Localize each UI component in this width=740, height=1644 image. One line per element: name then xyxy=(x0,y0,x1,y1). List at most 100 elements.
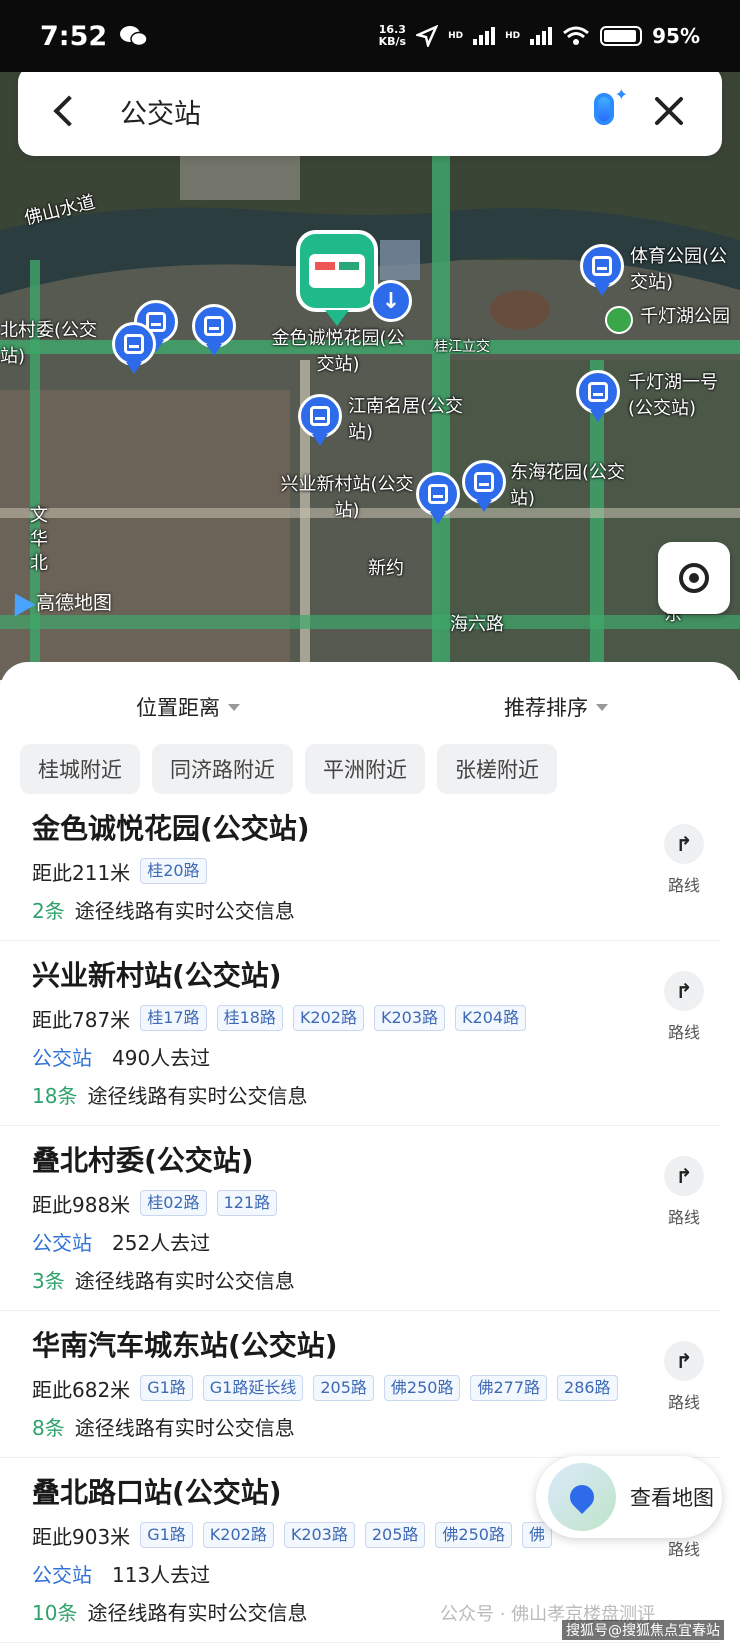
result-distance: 距此787米 xyxy=(32,1007,131,1032)
amap-logo-icon xyxy=(4,586,36,617)
bus-stop-pin[interactable] xyxy=(462,460,506,512)
result-visits: 252人去过 xyxy=(112,1230,211,1255)
result-realtime-text: 途径线路有实时公交信息 xyxy=(87,1600,308,1625)
route-button[interactable]: ↱ 路线 xyxy=(662,824,706,896)
bus-stop-pin[interactable] xyxy=(416,472,460,524)
result-lines-row: 距此988米 桂02路 121路 xyxy=(32,1186,688,1220)
area-chips: 桂城附近 同济路附近 平洲附近 张槎附近 xyxy=(0,722,740,794)
route-label: 路线 xyxy=(667,1540,700,1559)
back-icon[interactable] xyxy=(53,95,85,127)
bus-line-tag[interactable]: G1路 xyxy=(140,1375,193,1401)
bus-line-tag[interactable]: 桂18路 xyxy=(216,1005,283,1031)
bus-icon xyxy=(124,334,144,354)
bus-line-tag[interactable]: K203路 xyxy=(373,1005,446,1031)
bus-line-tag[interactable]: 205路 xyxy=(313,1375,374,1401)
download-arrow-icon[interactable]: ↓ xyxy=(370,280,412,322)
status-time: 7:52 xyxy=(40,20,108,52)
bus-line-tag[interactable]: K203路 xyxy=(283,1522,355,1548)
map-pin-icon xyxy=(548,1463,616,1531)
bus-stop-pin[interactable] xyxy=(298,394,342,446)
map-label-diebei-cunwei[interactable]: 北村委(公交站) xyxy=(0,318,110,370)
map-label-jinse[interactable]: 金色诚悦花园(公交站) xyxy=(268,326,408,378)
result-realtime-row: 3条 途径线路有实时公交信息 xyxy=(32,1262,688,1296)
bus-line-tag[interactable]: 桂17路 xyxy=(140,1005,207,1031)
bus-icon xyxy=(592,256,612,276)
route-label: 路线 xyxy=(667,1393,700,1412)
bus-line-tag[interactable]: K202路 xyxy=(202,1522,274,1548)
result-item[interactable]: 叠北村委(公交站) 距此988米 桂02路 121路公交站 252人去过 3条 途径线路有实… xyxy=(0,1126,720,1311)
bus-line-tag[interactable]: 桂02路 xyxy=(140,1190,207,1216)
map-label-qiandenghu-no1[interactable]: 千灯湖一号(公交站) xyxy=(628,370,740,422)
hd-badge-2: HD xyxy=(505,31,521,41)
result-distance: 距此988米 xyxy=(32,1192,131,1217)
chip-guicheng[interactable]: 桂城附近 xyxy=(20,744,140,794)
bus-stop-pin[interactable] xyxy=(576,370,620,422)
bus-line-tag[interactable]: G1路 xyxy=(140,1522,193,1548)
route-button[interactable]: ↱ 路线 xyxy=(662,1341,706,1413)
bus-line-tag[interactable]: 121路 xyxy=(216,1190,278,1216)
voice-search-icon[interactable]: ✦ xyxy=(590,85,628,133)
map-label-jiangnan[interactable]: 江南名居(公交站) xyxy=(348,394,468,446)
route-button[interactable]: ↱ 路线 xyxy=(662,1156,706,1228)
result-item[interactable]: 兴业新村站(公交站) 距此787米 桂17路 桂18路 K202路 K203路 K204路公… xyxy=(0,941,720,1126)
view-map-button[interactable]: 查看地图 xyxy=(536,1456,722,1538)
result-realtime-count: 10条 xyxy=(32,1600,78,1625)
bus-line-tag[interactable]: 桂20路 xyxy=(140,858,207,884)
route-label: 路线 xyxy=(667,1023,700,1042)
wifi-icon xyxy=(563,26,590,45)
result-realtime-row: 8条 途径线路有实时公交信息 xyxy=(32,1409,688,1443)
search-input[interactable]: 公交站 xyxy=(120,92,201,131)
result-realtime-row: 18条 途径线路有实时公交信息 xyxy=(32,1077,688,1111)
result-lines-row: 距此211米 桂20路 xyxy=(32,854,688,888)
result-title[interactable]: 叠北村委(公交站) xyxy=(32,1140,688,1182)
result-visits-row: 公交站 252人去过 xyxy=(32,1224,688,1258)
result-realtime-text: 途径线路有实时公交信息 xyxy=(74,898,295,923)
result-item[interactable]: 金色诚悦花园(公交站) 距此211米 桂20路 2条 途径线路有实时公交信息 ↱ 路线 xyxy=(0,794,720,941)
result-realtime-text: 途径线路有实时公交信息 xyxy=(74,1415,295,1440)
chip-zhangcha[interactable]: 张槎附近 xyxy=(437,744,557,794)
result-visits-row: 公交站 490人去过 xyxy=(32,1039,688,1073)
chip-tongjilu[interactable]: 同济路附近 xyxy=(152,744,293,794)
bus-line-tag[interactable]: 佛250路 xyxy=(435,1522,512,1548)
bus-line-tag[interactable]: 佛250路 xyxy=(383,1375,461,1401)
bus-icon xyxy=(428,484,448,504)
bus-line-tag[interactable]: K204路 xyxy=(455,1005,527,1031)
result-realtime-text: 途径线路有实时公交信息 xyxy=(74,1268,295,1293)
map-label-donghai[interactable]: 东海花园(公交站) xyxy=(510,460,640,512)
search-bar: 公交站 ✦ xyxy=(18,66,722,156)
route-arrow-icon: ↱ xyxy=(664,824,704,864)
result-lines-row: 距此787米 桂17路 桂18路 K202路 K203路 K204路 xyxy=(32,1001,688,1035)
view-map-label: 查看地图 xyxy=(630,1486,714,1510)
selected-bus-stop-marker[interactable] xyxy=(296,230,378,330)
result-distance: 距此903米 xyxy=(32,1524,131,1549)
chip-pingzhou[interactable]: 平洲附近 xyxy=(305,744,425,794)
bus-line-tag[interactable]: 205路 xyxy=(364,1522,426,1548)
caret-down-icon xyxy=(228,703,240,711)
locate-icon xyxy=(679,563,709,593)
result-item[interactable]: 华南汽车城东站(公交站) 距此682米 G1路 G1路延长线 205路 佛250路 佛277… xyxy=(0,1311,720,1458)
map-label-xingye[interactable]: 兴业新村站(公交站) xyxy=(272,472,422,524)
result-title[interactable]: 华南汽车城东站(公交站) xyxy=(32,1325,688,1367)
map-label-wenhua: 文华北 xyxy=(30,505,48,574)
map-label-tiyu[interactable]: 体育公园(公交站) xyxy=(630,244,740,296)
bus-line-tag[interactable]: G1路延长线 xyxy=(202,1375,304,1401)
park-icon[interactable] xyxy=(605,306,633,334)
amap-logo: 高德地图 xyxy=(4,586,112,617)
result-title[interactable]: 兴业新村站(公交站) xyxy=(32,955,688,997)
route-button[interactable]: ↱ 路线 xyxy=(662,971,706,1043)
locate-me-button[interactable] xyxy=(658,542,730,614)
result-realtime-row: 2条 途径线路有实时公交信息 xyxy=(32,892,688,926)
map-label-qiandenghu-park[interactable]: 千灯湖公园 xyxy=(640,304,730,330)
bus-line-tag[interactable]: K202路 xyxy=(292,1005,364,1031)
bus-line-tag[interactable]: 佛277路 xyxy=(470,1375,548,1401)
signal-bars-1-icon xyxy=(473,27,496,45)
bus-stop-pin[interactable] xyxy=(192,304,236,356)
distance-filter[interactable]: 位置距离 xyxy=(136,692,240,722)
result-title[interactable]: 金色诚悦花园(公交站) xyxy=(32,808,688,850)
bus-line-tag[interactable]: 286路 xyxy=(557,1375,618,1401)
close-icon[interactable] xyxy=(652,94,686,128)
bus-stop-pin[interactable] xyxy=(112,322,156,374)
sort-filter[interactable]: 推荐排序 xyxy=(504,692,608,722)
bus-stop-pin[interactable] xyxy=(580,244,624,296)
route-arrow-icon: ↱ xyxy=(664,1156,704,1196)
